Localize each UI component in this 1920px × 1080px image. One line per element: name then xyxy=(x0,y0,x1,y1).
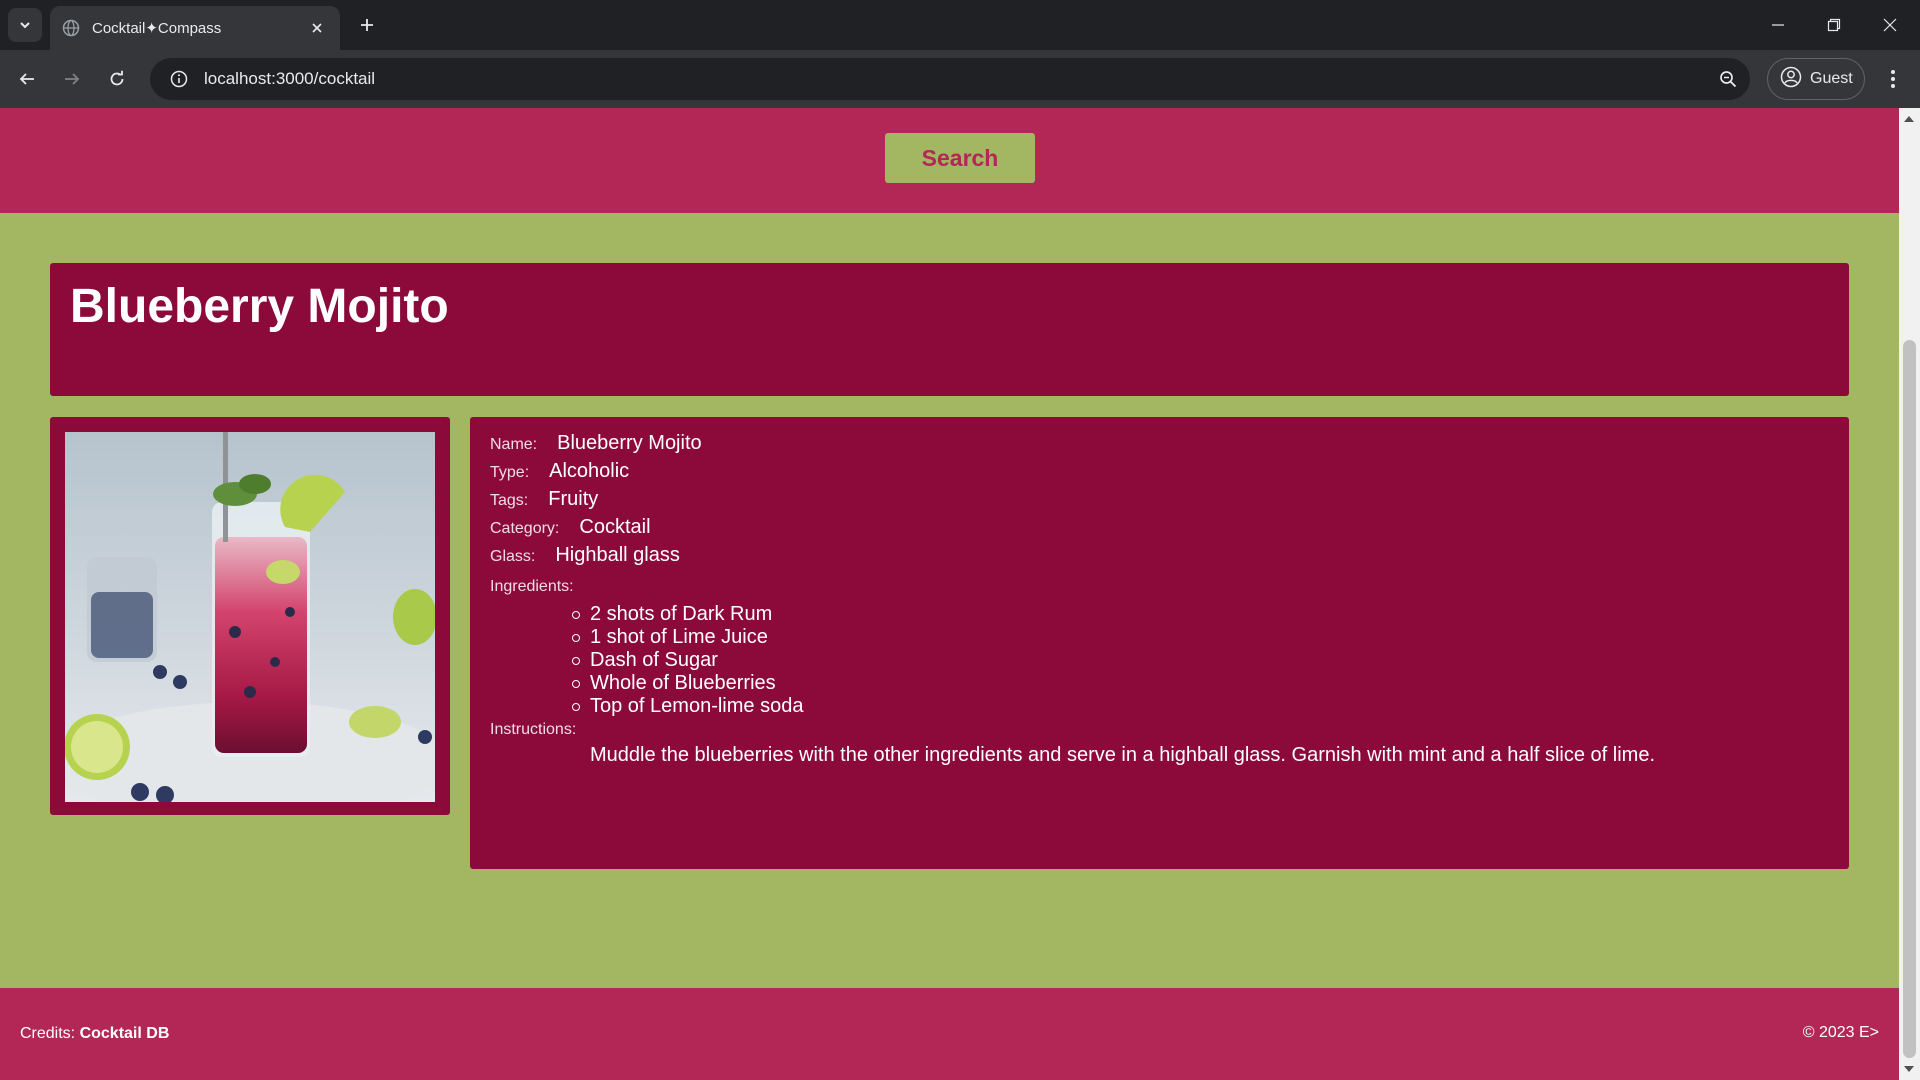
globe-icon xyxy=(62,19,80,37)
scroll-up-arrow-icon[interactable] xyxy=(1904,116,1914,122)
footer-credits: Credits: Cocktail DB xyxy=(20,1025,169,1043)
tags-value: Fruity xyxy=(548,488,599,510)
name-label: Name: xyxy=(490,436,538,453)
detail-card: Name: Blueberry Mojito Type: Alcoholic T… xyxy=(470,417,1849,869)
instructions-text: Muddle the blueberries with the other in… xyxy=(590,744,1656,766)
scroll-down-arrow-icon[interactable] xyxy=(1904,1066,1914,1072)
scrollbar-thumb[interactable] xyxy=(1903,340,1916,1058)
image-card xyxy=(50,417,450,815)
browser-tab[interactable]: Cocktail✦Compass xyxy=(50,6,340,50)
ingredients-list: 2 shots of Dark Rum 1 shot of Lime Juice… xyxy=(571,603,804,718)
glass-label: Glass: xyxy=(490,548,536,565)
page-title: Blueberry Mojito xyxy=(70,280,449,333)
ingredient-item: 2 shots of Dark Rum xyxy=(571,603,803,626)
tab-title: Cocktail✦Compass xyxy=(92,20,222,37)
back-arrow-icon[interactable] xyxy=(10,62,44,96)
ingredient-item: Whole of Blueberries xyxy=(571,672,803,695)
credits-prefix: Credits: xyxy=(20,1025,80,1042)
reload-icon[interactable] xyxy=(100,62,134,96)
restore-icon[interactable] xyxy=(1806,0,1862,50)
cocktail-image xyxy=(65,432,435,802)
type-label: Type: xyxy=(490,464,530,481)
address-bar[interactable]: localhost:3000/cocktail xyxy=(150,58,1750,100)
page-viewport: Search Blueberry Mojito Name: Blueberry … xyxy=(0,108,1899,1080)
type-value: Alcoholic xyxy=(549,460,630,482)
tags-label: Tags: xyxy=(490,492,529,509)
footer: Credits: Cocktail DB © 2023 E> xyxy=(0,988,1899,1080)
category-label: Category: xyxy=(490,520,560,537)
page-scrollbar[interactable] xyxy=(1899,108,1920,1080)
zoom-icon[interactable] xyxy=(1706,70,1750,88)
ingredient-item: 1 shot of Lime Juice xyxy=(571,626,803,649)
footer-copyright: © 2023 E> xyxy=(1802,1024,1879,1041)
url-text[interactable]: localhost:3000/cocktail xyxy=(204,69,1706,89)
site-info-icon[interactable] xyxy=(158,70,200,88)
tab-search-icon xyxy=(20,22,30,29)
category-value: Cocktail xyxy=(579,516,651,538)
detail-row-tags: Tags: Fruity xyxy=(490,488,598,511)
ingredients-label: Ingredients: xyxy=(490,578,574,595)
detail-row-category: Category: Cocktail xyxy=(490,516,651,539)
glass-value: Highball glass xyxy=(555,544,680,566)
detail-row-name: Name: Blueberry Mojito xyxy=(490,432,702,455)
credits-source[interactable]: Cocktail DB xyxy=(80,1025,170,1042)
close-icon[interactable] xyxy=(306,17,328,39)
title-card: Blueberry Mojito xyxy=(50,263,1849,396)
search-button[interactable]: Search xyxy=(885,133,1035,183)
browser-toolbar: localhost:3000/cocktail Guest xyxy=(0,50,1920,108)
name-value: Blueberry Mojito xyxy=(557,432,702,454)
detail-row-glass: Glass: Highball glass xyxy=(490,544,680,567)
forward-arrow-icon[interactable] xyxy=(55,62,89,96)
minimize-icon[interactable] xyxy=(1750,0,1806,50)
plus-icon[interactable] xyxy=(352,10,382,40)
profile-label: Guest xyxy=(1810,70,1853,87)
profile-icon xyxy=(1780,66,1802,93)
tab-search-button[interactable] xyxy=(8,8,42,42)
window-close-icon[interactable] xyxy=(1862,0,1918,50)
profile-button[interactable]: Guest xyxy=(1767,58,1865,100)
ingredient-item: Top of Lemon-lime soda xyxy=(571,695,804,717)
instructions-label: Instructions: xyxy=(490,721,577,738)
kebab-menu-icon[interactable] xyxy=(1876,62,1910,96)
detail-row-type: Type: Alcoholic xyxy=(490,460,629,483)
tab-strip: Cocktail✦Compass xyxy=(0,0,1920,50)
ingredient-item: Dash of Sugar xyxy=(571,649,803,672)
search-band: Search xyxy=(0,108,1899,213)
